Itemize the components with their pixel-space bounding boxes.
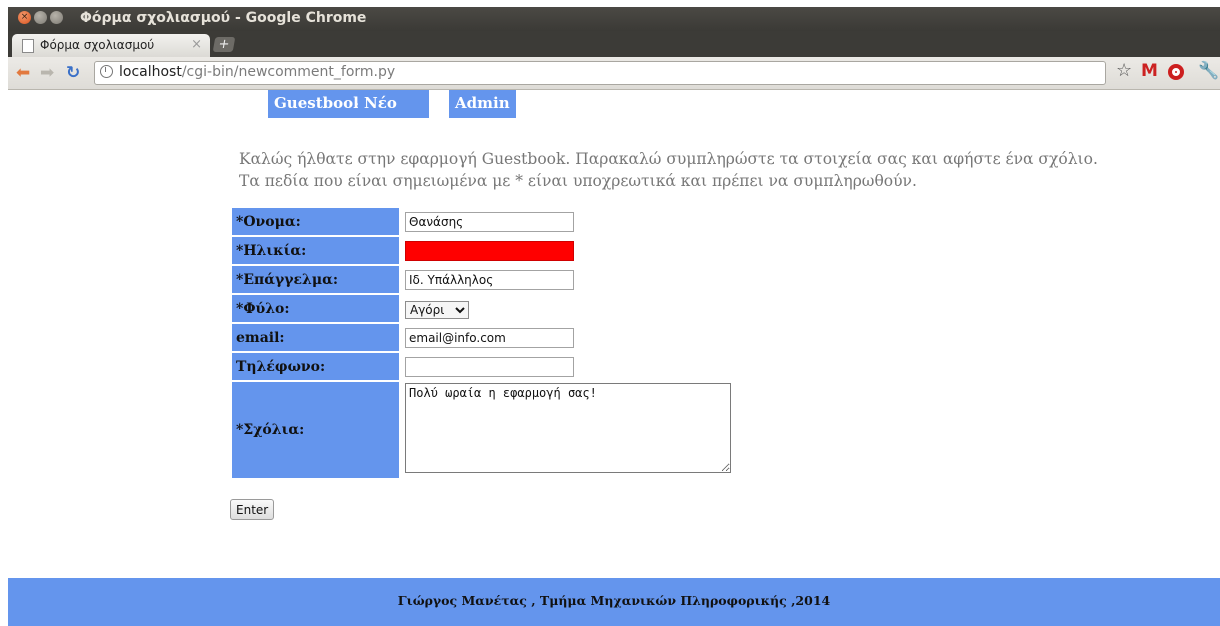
nav-new-comment[interactable]: Νέο σχόλιο	[358, 90, 429, 138]
opera-icon[interactable]	[1168, 64, 1184, 80]
info-icon[interactable]	[100, 65, 113, 78]
address-bar[interactable]: localhost/cgi-bin/newcomment_form.py	[94, 61, 1106, 85]
forward-arrow-icon[interactable]: ➡	[40, 64, 54, 82]
nav-guestbook[interactable]: Guestbook	[268, 90, 370, 118]
form-row-phone: Τηλέφωνο:	[232, 353, 731, 380]
form-row-email: email:	[232, 324, 731, 351]
welcome-line-2: Τα πεδία που είναι σημειωμένα με * είναι…	[239, 172, 917, 190]
reload-icon[interactable]: ↻	[66, 64, 80, 82]
gmail-icon[interactable]: M	[1141, 61, 1158, 81]
window-title: Φόρμα σχολιασμού - Google Chrome	[80, 10, 367, 26]
window-titlebar: × Φόρμα σχολιασμού - Google Chrome	[8, 7, 1220, 31]
wrench-icon[interactable]: 🔧	[1198, 61, 1219, 81]
url-text: localhost/cgi-bin/newcomment_form.py	[119, 64, 395, 80]
tab-label: Φόρμα σχολιασμού	[40, 38, 155, 52]
name-input[interactable]	[405, 212, 574, 232]
email-label: email:	[232, 324, 399, 351]
welcome-line-1: Καλώς ήλθατε στην εφαρμογή Guestbook. Πα…	[239, 150, 1098, 168]
url-host: localhost	[119, 64, 182, 80]
age-input[interactable]	[405, 241, 574, 261]
job-input[interactable]	[405, 270, 574, 290]
page-icon	[22, 39, 34, 53]
job-cell	[401, 266, 731, 293]
gender-cell: Αγόρι	[401, 295, 731, 322]
footer-text: Γιώργος Μανέτας , Τμήμα Μηχανικών Πληροφ…	[397, 593, 831, 608]
bookmark-star-icon[interactable]: ☆	[1116, 61, 1132, 81]
tab-close-icon[interactable]: ×	[191, 37, 202, 52]
phone-label: Τηλέφωνο:	[232, 353, 399, 380]
name-cell	[401, 208, 731, 235]
maximize-window-icon[interactable]	[50, 11, 63, 24]
job-label: *Επάγγελμα:	[232, 266, 399, 293]
gender-label: *Φύλο:	[232, 295, 399, 322]
back-arrow-icon[interactable]: ⬅	[16, 64, 30, 82]
gender-select[interactable]: Αγόρι	[405, 300, 469, 319]
age-label: *Ηλικία:	[232, 237, 399, 264]
tab-strip: Φόρμα σχολιασμού × +	[8, 31, 1220, 57]
form-row-job: *Επάγγελμα:	[232, 266, 731, 293]
comment-form: *Ονομα: *Ηλικία: *Επάγγελμα: *Φύλο: Αγόρ…	[230, 206, 733, 480]
nav-admin[interactable]: Admin	[449, 90, 516, 118]
url-path: /cgi-bin/newcomment_form.py	[181, 64, 396, 80]
name-label: *Ονομα:	[232, 208, 399, 235]
browser-toolbar: ⬅ ➡ ↻ localhost/cgi-bin/newcomment_form.…	[8, 57, 1220, 90]
tab-active[interactable]: Φόρμα σχολιασμού ×	[12, 34, 210, 57]
comments-label: *Σχόλια:	[232, 382, 399, 478]
phone-cell	[401, 353, 731, 380]
close-window-icon[interactable]: ×	[18, 11, 31, 24]
form-row-comments: *Σχόλια: Πολύ ωραία η εφαρμογή σας!	[232, 382, 731, 478]
form-row-age: *Ηλικία:	[232, 237, 731, 264]
phone-input[interactable]	[405, 357, 574, 377]
new-tab-button[interactable]: +	[212, 37, 236, 52]
page-footer: Γιώργος Μανέτας , Τμήμα Μηχανικών Πληροφ…	[8, 578, 1220, 626]
comments-textarea[interactable]: Πολύ ωραία η εφαρμογή σας!	[405, 383, 731, 473]
email-cell	[401, 324, 731, 351]
comments-cell: Πολύ ωραία η εφαρμογή σας!	[401, 382, 731, 478]
welcome-text: Καλώς ήλθατε στην εφαρμογή Guestbook. Πα…	[239, 148, 1139, 192]
email-input[interactable]	[405, 328, 574, 348]
age-cell	[401, 237, 731, 264]
minimize-window-icon[interactable]	[34, 11, 47, 24]
form-row-gender: *Φύλο: Αγόρι	[232, 295, 731, 322]
enter-button[interactable]: Enter	[230, 499, 275, 520]
form-row-name: *Ονομα:	[232, 208, 731, 235]
